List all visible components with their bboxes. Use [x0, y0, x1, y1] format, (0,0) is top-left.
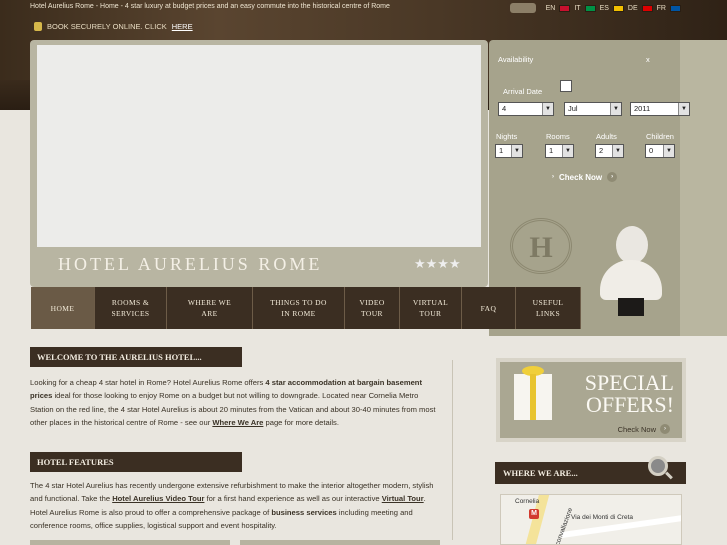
hero-image — [37, 45, 481, 247]
language-es[interactable]: ES — [600, 5, 609, 12]
nav-item-label: USEFUL — [532, 298, 564, 307]
nav-item-0[interactable]: HOME — [31, 287, 95, 329]
nav-item-label: SERVICES — [111, 309, 150, 318]
arrival-day-select[interactable]: 4 ▼ — [498, 102, 554, 116]
arrival-year-select[interactable]: 2011 ▼ — [630, 102, 690, 116]
adults-select[interactable]: 2 ▼ — [595, 144, 624, 158]
nav-item-label: THINGS TO DO — [270, 298, 327, 307]
nav-item-label: WHERE WE — [187, 298, 232, 307]
nav-item-label: HOME — [50, 303, 75, 313]
main-navigation: HOME ROOMS & SERVICES WHERE WE ARE THINGS TO … — [31, 287, 581, 329]
features-heading: HOTEL FEATURES — [30, 452, 242, 472]
marcus-aurelius-bust-image — [596, 226, 666, 316]
nights-label: Nights — [496, 132, 518, 141]
check-now-button[interactable]: › Check Now › — [552, 172, 618, 182]
calendar-icon[interactable] — [560, 80, 572, 92]
children-label: Children — [646, 132, 674, 141]
welcome-text: Looking for a cheap 4 star hotel in Rome… — [30, 378, 436, 428]
nav-item-label: ROOMS & — [111, 298, 150, 307]
availability-close-button[interactable]: x — [646, 55, 650, 64]
metro-icon: M — [529, 509, 539, 519]
special-offers-banner[interactable]: SPECIAL OFFERS! Check Now › — [496, 358, 686, 442]
arrival-month-select[interactable]: Jul ▼ — [564, 102, 622, 116]
children-select[interactable]: 0 ▼ — [645, 144, 675, 158]
nav-item-label: VIRTUAL — [412, 298, 449, 307]
nav-item-label: TOUR — [419, 309, 442, 318]
adults-label: Adults — [596, 132, 617, 141]
flag-de-icon[interactable] — [641, 4, 653, 12]
nav-item-4[interactable]: VIDEO TOUR — [345, 287, 400, 329]
special-offers-title: SPECIAL OFFERS! — [584, 370, 674, 417]
magnifier-icon[interactable] — [648, 456, 668, 476]
check-now-chevron-icon: › — [552, 174, 554, 180]
nav-item-label: FAQ — [480, 303, 497, 313]
map-label-cornelia: Cornelia — [515, 498, 540, 505]
nav-item-7[interactable]: USEFUL LINKS — [516, 287, 581, 329]
language-en[interactable]: EN — [546, 5, 556, 12]
world-map-icon — [509, 3, 536, 13]
nav-item-6[interactable]: FAQ — [462, 287, 516, 329]
offers-check-now-button[interactable]: Check Now › — [618, 424, 670, 434]
secure-text: BOOK SECURELY ONLINE. CLICK — [47, 22, 167, 31]
map-label-street: Via dei Monti di Creta — [571, 514, 634, 521]
site-tagline: Hotel Aurelius Rome - Home - 4 star luxu… — [30, 3, 390, 10]
language-selector: EN IT ES DE FR — [509, 3, 681, 13]
nights-select[interactable]: 1 ▼ — [495, 144, 523, 158]
rooms-select[interactable]: 1 ▼ — [545, 144, 574, 158]
nav-item-5[interactable]: VIRTUAL TOUR — [400, 287, 462, 329]
nav-item-label: IN ROME — [281, 309, 316, 318]
nav-item-label: VIDEO — [359, 298, 385, 307]
nav-item-2[interactable]: WHERE WE ARE — [167, 287, 253, 329]
virtual-tour-link[interactable]: Virtual Tour — [382, 494, 424, 503]
lock-icon — [34, 22, 42, 31]
video-tour-link[interactable]: Hotel Aurelius Video Tour — [112, 494, 204, 503]
secure-booking: BOOK SECURELY ONLINE. CLICK HERE — [34, 22, 193, 31]
language-fr[interactable]: FR — [657, 5, 666, 12]
nav-item-label: ARE — [201, 309, 218, 318]
content-divider — [452, 360, 453, 540]
nav-item-label: TOUR — [361, 309, 383, 318]
features-text: The 4 star Hotel Aurelius has recently u… — [30, 481, 434, 531]
arrow-right-icon: › — [607, 172, 618, 182]
language-de[interactable]: DE — [628, 5, 638, 12]
gift-box-icon — [514, 366, 552, 420]
arrow-right-icon: › — [660, 424, 670, 434]
hotel-emblem: H — [510, 218, 572, 274]
flag-fr-icon[interactable] — [670, 4, 681, 12]
location-map[interactable]: M Cornelia Via dei Monti di Creta Circon… — [500, 494, 682, 545]
arrival-date-label: Arrival Date — [503, 87, 543, 96]
star-rating: ★★★★ — [414, 256, 461, 271]
availability-panel-edge — [680, 40, 727, 336]
secure-booking-link[interactable]: HERE — [172, 22, 193, 31]
availability-title: Availability — [498, 55, 534, 64]
nav-item-1[interactable]: ROOMS & SERVICES — [95, 287, 167, 329]
flag-it-icon[interactable] — [584, 4, 596, 12]
map-label-circonvallazione: Circonvallazione — [551, 506, 575, 545]
welcome-heading: WELCOME TO THE AURELIUS HOTEL... — [30, 347, 242, 367]
flag-en-icon[interactable] — [559, 4, 571, 12]
nav-item-label: LINKS — [535, 309, 561, 318]
rooms-label: Rooms — [546, 132, 570, 141]
flag-es-icon[interactable] — [612, 4, 624, 12]
nav-item-3[interactable]: THINGS TO DO IN ROME — [253, 287, 345, 329]
language-it[interactable]: IT — [574, 5, 580, 12]
where-we-are-link[interactable]: Where We Are — [212, 418, 263, 427]
